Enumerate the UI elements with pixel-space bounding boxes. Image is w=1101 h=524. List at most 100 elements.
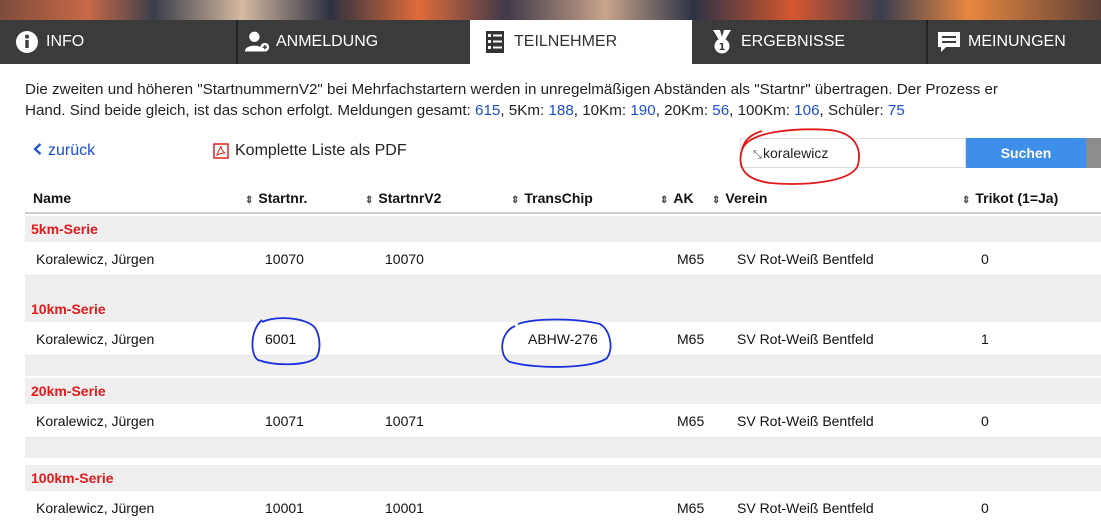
table-row[interactable]: Koralewicz, Jürgen 10001 10001 M65 SV Ro… [25, 491, 1101, 524]
row-spacer [25, 356, 1101, 376]
count-20km: 56 [712, 102, 730, 119]
nav-divider [236, 20, 238, 64]
group-header-5km: 5km-Serie [25, 216, 1101, 242]
svg-text:1: 1 [719, 42, 726, 53]
cell-startnrv2: 10071 [385, 413, 424, 429]
col-header-startnrv2[interactable]: ⇕ StartnrV2 [365, 190, 441, 206]
table-row[interactable]: Koralewicz, Jürgen 10071 10071 M65 SV Ro… [25, 404, 1101, 438]
col-header-label: Startnr. [258, 190, 308, 206]
tab-teilnehmer-label: TEILNEHMER [514, 33, 618, 50]
tab-ergebnisse-label: ERGEBNISSE [741, 33, 846, 50]
comment-icon [936, 29, 962, 55]
cell-trikot: 1 [981, 331, 989, 347]
cell-trikot: 0 [981, 251, 989, 267]
sort-icon: ⇕ [365, 195, 374, 206]
cell-startnrv2: 10001 [385, 500, 424, 516]
col-header-verein[interactable]: ⇕ Verein [712, 190, 767, 206]
tab-meinungen[interactable]: MEINUNGEN [930, 20, 1101, 64]
sort-icon: ⇕ [660, 195, 669, 206]
cell-startnr: 10070 [265, 251, 304, 267]
col-header-label: StartnrV2 [378, 190, 442, 206]
col-header-label: Trikot (1=Ja) [975, 190, 1059, 206]
tab-info[interactable]: INFO [0, 20, 230, 64]
cell-ak: M65 [677, 413, 705, 429]
pdf-download-link[interactable]: Komplette Liste als PDF [213, 142, 407, 160]
cell-name: Koralewicz, Jürgen [36, 251, 155, 267]
count-total: 615 [475, 102, 501, 119]
cell-trikot: 0 [981, 500, 989, 516]
cell-ak: M65 [677, 500, 705, 516]
group-title: 5km-Serie [31, 221, 98, 237]
search-value: koralewicz [763, 145, 829, 161]
tab-anmeldung[interactable]: ANMELDUNG [240, 20, 465, 64]
sort-icon: ⇕ [511, 195, 520, 206]
cell-ak: M65 [677, 251, 705, 267]
col-header-startnr[interactable]: ⇕ Startnr. [245, 190, 307, 206]
info-line-2: Hand. Sind beide gleich, ist das schon e… [25, 100, 1101, 121]
col-header-label: Name [33, 190, 72, 206]
group-title: 10km-Serie [31, 301, 106, 317]
group-header-10km: 10km-Serie [25, 296, 1101, 322]
pdf-label: Komplette Liste als PDF [235, 142, 407, 159]
pdf-icon [213, 143, 229, 159]
tab-teilnehmer[interactable]: TEILNEHMER [470, 20, 692, 64]
info-text-part: , Schüler: [819, 102, 888, 119]
add-user-icon [244, 29, 270, 55]
col-header-ak[interactable]: ⇕ AK [660, 190, 694, 206]
cell-name: Koralewicz, Jürgen [36, 331, 155, 347]
table-row[interactable]: Koralewicz, Jürgen 10070 10070 M65 SV Ro… [25, 242, 1101, 276]
search-edge [1086, 138, 1101, 168]
cell-ak: M65 [677, 331, 705, 347]
group-header-100km: 100km-Serie [25, 465, 1101, 491]
header-photo-banner [0, 0, 1101, 20]
count-10km: 190 [630, 102, 656, 119]
chevron-left-icon [33, 142, 42, 160]
info-text-part: , 10Km: [573, 102, 631, 119]
info-text-part: Hand. Sind beide gleich, ist das schon e… [25, 102, 475, 119]
sort-icon: ⇕ [245, 195, 254, 206]
cell-name: Koralewicz, Jürgen [36, 413, 155, 429]
cell-transchip: ABHW-276 [528, 331, 598, 347]
info-text-part: , 5Km: [500, 102, 549, 119]
main-nav: INFO ANMELDUNG TEILNEHMER 1 ERGEBNISSE M… [0, 20, 1101, 64]
group-title: 20km-Serie [31, 383, 106, 399]
col-header-label: TransChip [524, 190, 593, 206]
back-label: zurück [48, 142, 96, 159]
cell-verein: SV Rot-Weiß Bentfeld [737, 500, 874, 516]
row-spacer [25, 276, 1101, 296]
cell-trikot: 0 [981, 413, 989, 429]
col-header-name[interactable]: Name [33, 190, 71, 206]
row-spacer [25, 438, 1101, 458]
table-header: Name ⇕ Startnr. ⇕ StartnrV2 ⇕ TransChip ⇕ AK… [25, 182, 1101, 214]
table-row[interactable]: Koralewicz, Jürgen 6001 ABHW-276 M65 SV … [25, 322, 1101, 356]
cell-verein: SV Rot-Weiß Bentfeld [737, 413, 874, 429]
list-icon [482, 29, 508, 55]
tab-anmeldung-label: ANMELDUNG [276, 33, 379, 50]
group-header-20km: 20km-Serie [25, 378, 1101, 404]
back-link[interactable]: zurück [33, 142, 95, 160]
count-schueler: 75 [887, 102, 905, 119]
cell-startnr: 6001 [265, 331, 297, 347]
search-button[interactable]: Suchen [966, 138, 1086, 168]
group-title: 100km-Serie [31, 470, 114, 486]
count-100km: 106 [794, 102, 820, 119]
info-text-part: , 100Km: [729, 102, 795, 119]
cell-verein: SV Rot-Weiß Bentfeld [737, 331, 874, 347]
info-icon [14, 29, 40, 55]
col-header-transchip[interactable]: ⇕ TransChip [511, 190, 593, 206]
tab-ergebnisse[interactable]: 1 ERGEBNISSE [695, 20, 925, 64]
count-5km: 188 [548, 102, 574, 119]
col-header-trikot[interactable]: ⇕ Trikot (1=Ja) [962, 190, 1058, 206]
cell-startnr: 10071 [265, 413, 304, 429]
col-header-label: AK [673, 190, 694, 206]
info-text-part: , 20Km: [655, 102, 713, 119]
cell-verein: SV Rot-Weiß Bentfeld [737, 251, 874, 267]
sort-icon: ⇕ [712, 195, 721, 206]
cell-startnrv2: 10070 [385, 251, 424, 267]
nav-divider [926, 20, 928, 64]
tab-info-label: INFO [46, 33, 85, 50]
sort-icon: ⇕ [962, 195, 971, 206]
info-line-1: Die zweiten und höheren "StartnummernV2"… [25, 81, 998, 98]
search-input[interactable]: ⤡koralewicz [740, 138, 966, 168]
tab-meinungen-label: MEINUNGEN [968, 33, 1066, 50]
